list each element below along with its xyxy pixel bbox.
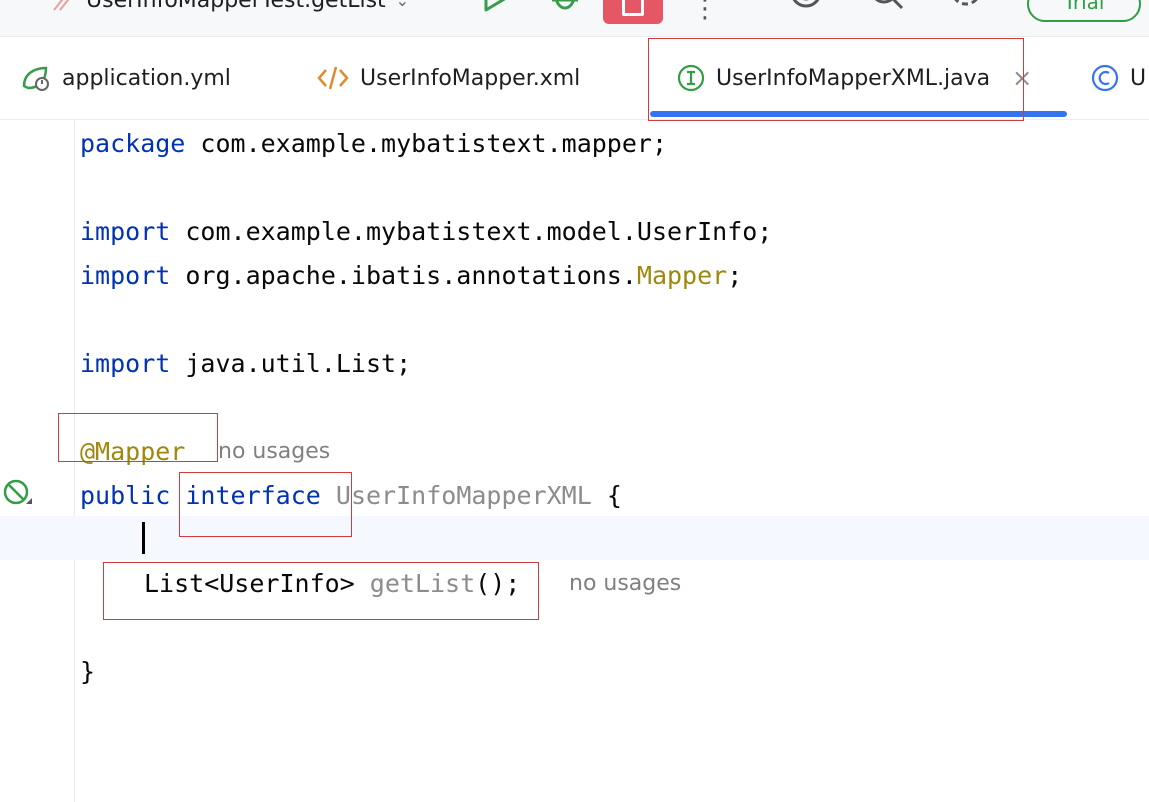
xml-icon [317,66,349,90]
code-line-9[interactable]: public interface UserInfoMapperXML { [80,474,622,518]
spring-config-icon [22,66,49,91]
code-line-1[interactable]: package com.example.mybatistext.mapper; [80,122,667,166]
active-tab-indicator [650,111,1067,117]
code-line-11[interactable]: List<UserInfo> getList(); [144,562,520,606]
run-configuration-selector[interactable]: UserInfoMapperTest.getList ⌄ [48,0,409,14]
chevron-down-icon: ⌄ [395,0,410,10]
more-actions-icon[interactable]: ⋮ [692,0,718,24]
test-config-icon [53,0,70,11]
debug-icon[interactable] [548,0,582,16]
usages-hint[interactable]: no usages [569,562,681,606]
tab-label: U [1130,65,1147,91]
text-caret [142,522,145,554]
settings-gear-icon[interactable] [946,0,986,16]
code-line-4[interactable]: import org.apache.ibatis.annotations.Map… [80,254,742,298]
editor-tab-bar: application.yml UserInfoMapper.xml UserI… [0,37,1149,120]
search-icon[interactable] [866,0,906,16]
current-line-highlight [0,516,1149,560]
code-editor[interactable]: package com.example.mybatistext.mapper; … [0,120,1149,802]
code-line-13[interactable]: } [80,650,95,694]
code-line-8[interactable]: @Mapper [80,430,185,474]
gutter-divider [74,120,75,802]
tab-usermapper-xml[interactable]: UserInfoMapper.xml [316,37,580,119]
tab-label: application.yml [62,65,231,91]
class-icon [1091,64,1119,92]
no-implementations-icon[interactable] [2,478,34,510]
code-with-me-icon[interactable] [786,0,826,16]
tab-application-yml[interactable]: application.yml [20,37,231,119]
run-icon[interactable] [480,0,512,16]
usages-hint[interactable]: no usages [218,430,330,474]
interface-icon [677,64,705,92]
run-configuration-label: UserInfoMapperTest.getList [86,0,386,13]
tab-usermapperxml-java[interactable]: UserInfoMapperXML.java × [676,37,1032,119]
tab-next-file[interactable]: U [1090,37,1146,119]
code-line-3[interactable]: import com.example.mybatistext.model.Use… [80,210,772,254]
stop-button[interactable] [603,0,663,24]
main-toolbar: UserInfoMapperTest.getList ⌄ ⋮ Trial [0,0,1149,37]
code-line-6[interactable]: import java.util.List; [80,342,411,386]
tab-label: UserInfoMapper.xml [360,65,581,91]
trial-button[interactable]: Trial [1027,0,1141,22]
tab-label: UserInfoMapperXML.java [716,65,991,91]
close-icon[interactable]: × [1012,64,1032,92]
